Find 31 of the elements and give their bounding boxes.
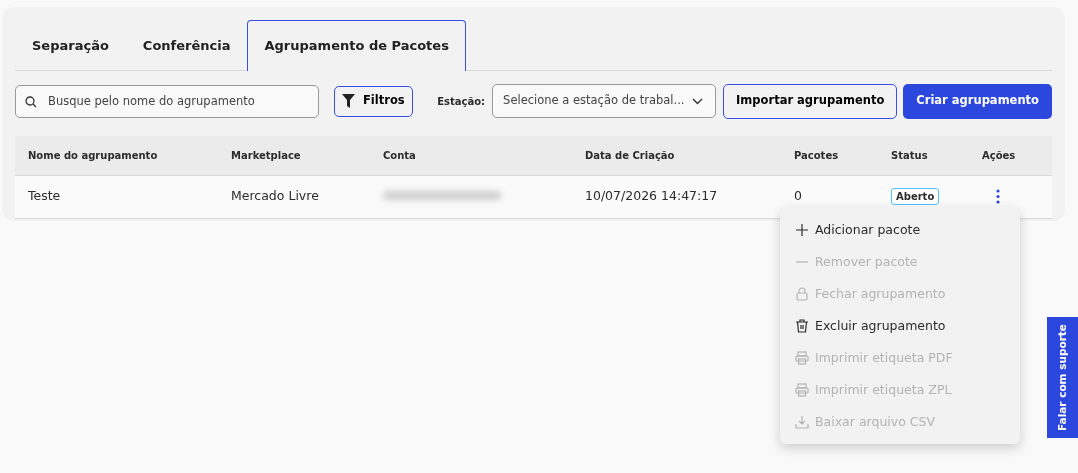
station-label: Estação: (437, 94, 486, 109)
column-header: Marketplace (218, 136, 370, 175)
column-header: Data de Criação (572, 136, 781, 175)
column-header: Pacotes (781, 136, 878, 175)
column-header: Conta (370, 136, 572, 175)
download-icon (795, 415, 809, 429)
tab[interactable]: Separação (15, 20, 126, 71)
search-field[interactable]: Busque pelo nome do agrupamento (15, 84, 319, 118)
trash-icon (795, 319, 809, 333)
menu-item[interactable]: Excluir agrupamento (795, 310, 946, 342)
table-cell: Mercado Livre (218, 175, 370, 218)
column-header: Status (878, 136, 969, 175)
filter-button[interactable]: Filtros (334, 85, 413, 117)
create-button[interactable]: Criar agrupamento (903, 83, 1052, 119)
more-options-icon[interactable] (996, 189, 1000, 205)
printer-icon (795, 351, 809, 365)
tab[interactable]: Agrupamento de Pacotes (247, 20, 466, 71)
plus-icon (795, 223, 809, 237)
table-cell: Teste (15, 175, 218, 218)
table-cell: 10/07/2026 14:47:17 (572, 175, 781, 218)
printer-icon (795, 383, 809, 397)
lock-icon (795, 287, 809, 301)
chevron-down-icon (692, 97, 704, 105)
station-select[interactable]: Selecione a estação de trabal... (492, 84, 717, 118)
import-button[interactable]: Importar agrupamento (723, 83, 898, 119)
column-header: Nome do agrupamento (15, 136, 218, 175)
support-button[interactable]: Falar com suporte (1047, 317, 1078, 438)
column-header: Ações (969, 136, 1052, 175)
tab[interactable]: Conferência (125, 20, 248, 71)
filter-icon (342, 94, 355, 108)
status-badge: Aberto (891, 188, 940, 206)
